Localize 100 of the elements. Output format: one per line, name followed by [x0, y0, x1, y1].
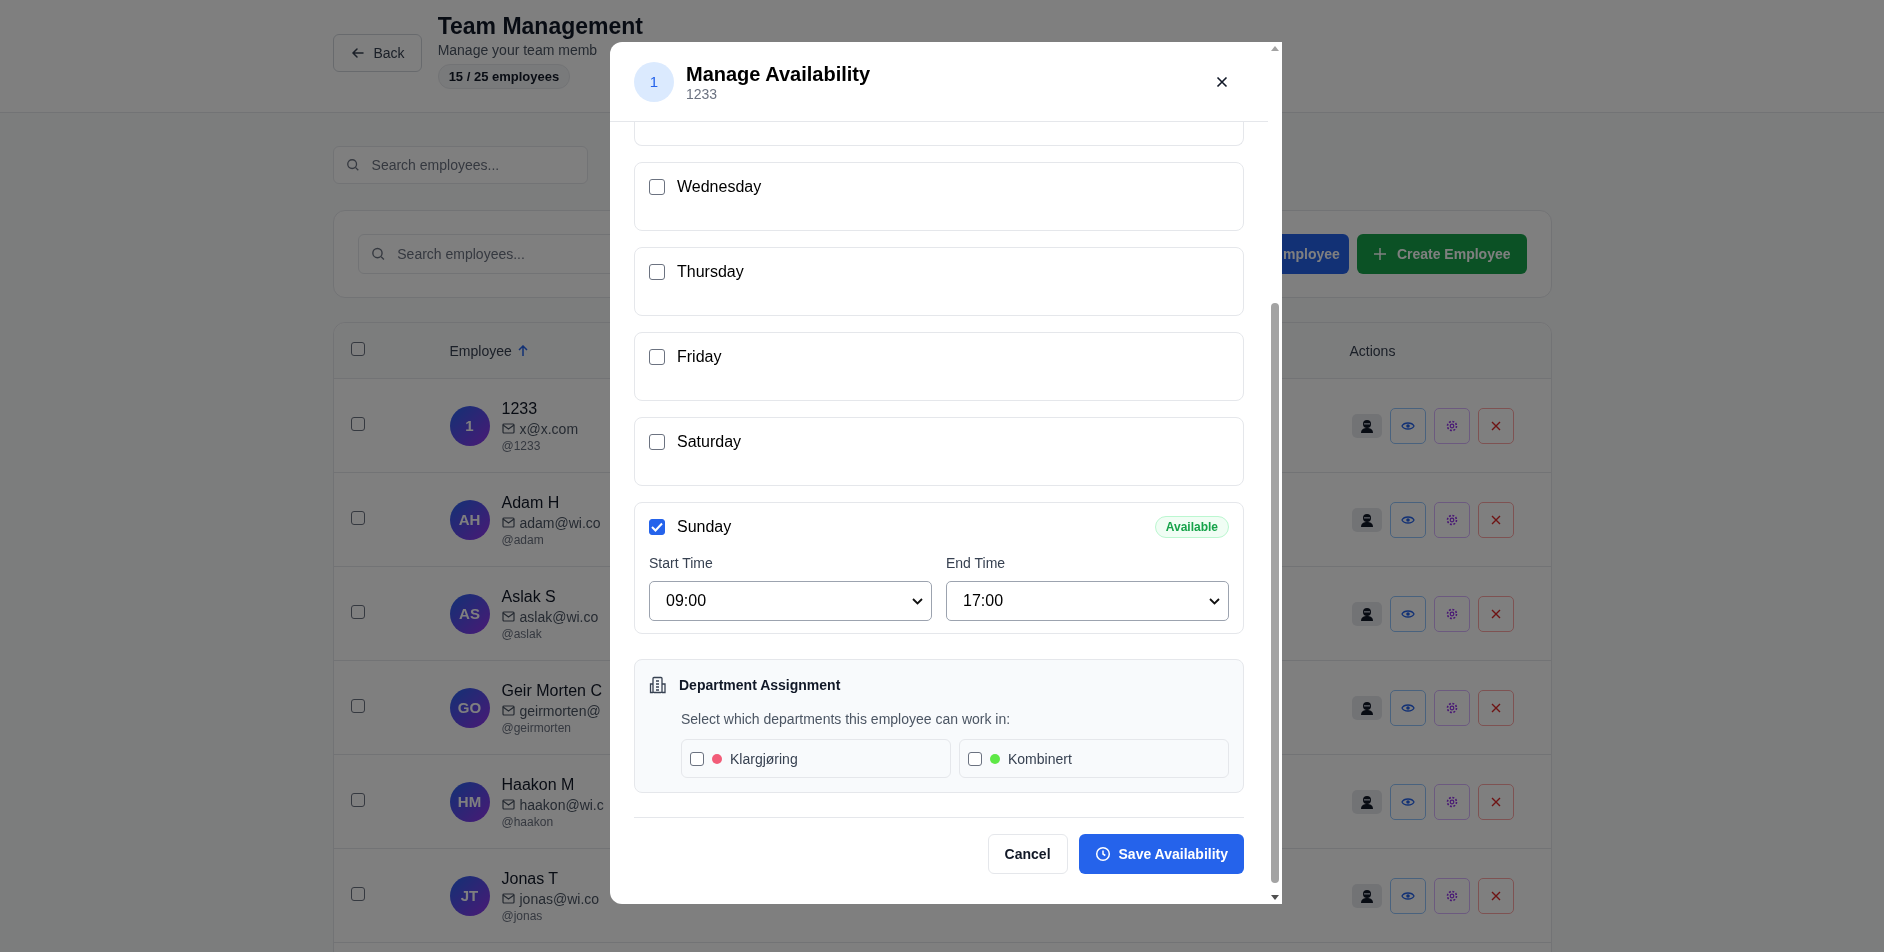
start-time-select[interactable]: 09:00 — [649, 581, 932, 621]
row-checkbox[interactable] — [350, 510, 365, 525]
view-button[interactable] — [1389, 501, 1426, 538]
eye-icon — [1400, 514, 1415, 525]
person-icon — [1358, 511, 1375, 528]
dialog-title: Manage Availability — [686, 61, 872, 86]
avatar: HM — [449, 781, 490, 822]
avatar: GO — [449, 687, 490, 728]
row-checkbox[interactable] — [350, 886, 365, 901]
search-field[interactable]: Search employees... — [332, 146, 588, 184]
delete-button[interactable] — [1477, 501, 1514, 538]
close-icon — [1490, 608, 1501, 619]
day-checkbox[interactable] — [649, 434, 665, 450]
employee-username: @adam — [501, 532, 545, 547]
view-button[interactable] — [1389, 595, 1426, 632]
person-icon — [1358, 699, 1375, 716]
gear-icon — [1444, 888, 1459, 903]
scroll-down-icon[interactable] — [1271, 895, 1279, 900]
view-button[interactable] — [1389, 407, 1426, 444]
delete-button[interactable] — [1477, 689, 1514, 726]
eye-icon — [1400, 420, 1415, 431]
day-label: Wednesday — [677, 178, 763, 196]
column-header[interactable]: Employee — [449, 342, 512, 359]
eye-icon — [1400, 608, 1415, 619]
view-button[interactable] — [1389, 689, 1426, 726]
arrow-left-icon — [349, 45, 366, 61]
save-button[interactable]: Save Availability — [1078, 834, 1244, 874]
settings-button[interactable] — [1433, 501, 1470, 538]
impersonate-button[interactable] — [1351, 507, 1382, 532]
mail-icon — [501, 611, 515, 622]
gear-icon — [1444, 606, 1459, 621]
impersonate-button[interactable] — [1351, 789, 1382, 814]
close-icon — [1490, 702, 1501, 713]
person-icon — [1358, 417, 1375, 434]
avatar: AS — [449, 593, 490, 634]
impersonate-button[interactable] — [1351, 695, 1382, 720]
impersonate-button[interactable] — [1351, 883, 1382, 908]
department-name: Kombinert — [1008, 750, 1072, 767]
close-icon — [1216, 75, 1228, 88]
settings-button[interactable] — [1433, 783, 1470, 820]
impersonate-button[interactable] — [1351, 601, 1382, 626]
day-checkbox[interactable] — [649, 349, 665, 365]
chevron-down-icon — [1209, 597, 1220, 605]
column-header[interactable]: Actions — [1349, 342, 1396, 359]
page-title: Team Management — [437, 12, 643, 40]
view-button[interactable] — [1389, 783, 1426, 820]
row-checkbox[interactable] — [350, 792, 365, 807]
settings-button[interactable] — [1433, 595, 1470, 632]
employee-name: Geir Morten C — [501, 680, 602, 701]
mail-icon — [501, 893, 515, 904]
impersonate-button[interactable] — [1351, 413, 1382, 438]
search-input[interactable]: Search employees... — [369, 156, 575, 174]
department-option[interactable]: Klargjøring — [681, 739, 951, 778]
employee-username: @haakon — [501, 814, 555, 829]
day-checkbox[interactable] — [649, 179, 665, 195]
department-option[interactable]: Kombinert — [959, 739, 1229, 778]
settings-button[interactable] — [1433, 877, 1470, 914]
end-time-select[interactable]: 17:00 — [946, 581, 1229, 621]
checkmark-icon — [651, 522, 663, 532]
mail-icon — [501, 705, 515, 716]
close-icon — [1490, 420, 1501, 431]
eye-icon — [1400, 890, 1415, 901]
delete-button[interactable] — [1477, 595, 1514, 632]
search-icon — [345, 157, 360, 173]
settings-button[interactable] — [1433, 407, 1470, 444]
delete-button[interactable] — [1477, 407, 1514, 444]
row-checkbox[interactable] — [350, 698, 365, 713]
back-button[interactable]: Back — [332, 34, 422, 72]
department-checkbox[interactable] — [690, 751, 704, 766]
day-checkbox[interactable] — [649, 264, 665, 280]
gear-icon — [1444, 512, 1459, 527]
day-label: Friday — [677, 348, 723, 366]
section-title: Department Assignment — [679, 677, 841, 693]
row-checkbox[interactable] — [350, 416, 365, 431]
cancel-button[interactable]: Cancel — [987, 834, 1068, 874]
avatar: 1 — [634, 61, 674, 102]
section-hint: Select which departments this employee can work in: — [681, 711, 1012, 727]
delete-button[interactable] — [1477, 783, 1514, 820]
row-checkbox[interactable] — [350, 604, 365, 619]
eye-icon — [1400, 796, 1415, 807]
person-icon — [1358, 793, 1375, 810]
search-input[interactable]: Search employees... — [395, 245, 745, 263]
close-icon — [1490, 890, 1501, 901]
clock-icon — [1094, 846, 1111, 862]
employee-email: adam@wi.co — [519, 513, 601, 533]
person-icon — [1358, 887, 1375, 904]
dialog-subtitle: 1233 — [686, 85, 719, 102]
delete-button[interactable] — [1477, 877, 1514, 914]
employee-name: Haakon M — [501, 774, 576, 795]
mail-icon — [501, 423, 515, 434]
settings-button[interactable] — [1433, 689, 1470, 726]
day-checkbox[interactable] — [649, 519, 665, 535]
employee-username: @geirmorten — [501, 720, 573, 735]
checkbox[interactable] — [350, 342, 365, 356]
search-icon — [370, 246, 386, 262]
employee-email: aslak@wi.co — [519, 607, 599, 627]
employee-email: x@x.com — [519, 419, 579, 439]
view-button[interactable] — [1389, 877, 1426, 914]
scroll-up-icon[interactable] — [1271, 46, 1279, 51]
department-checkbox[interactable] — [968, 751, 982, 766]
